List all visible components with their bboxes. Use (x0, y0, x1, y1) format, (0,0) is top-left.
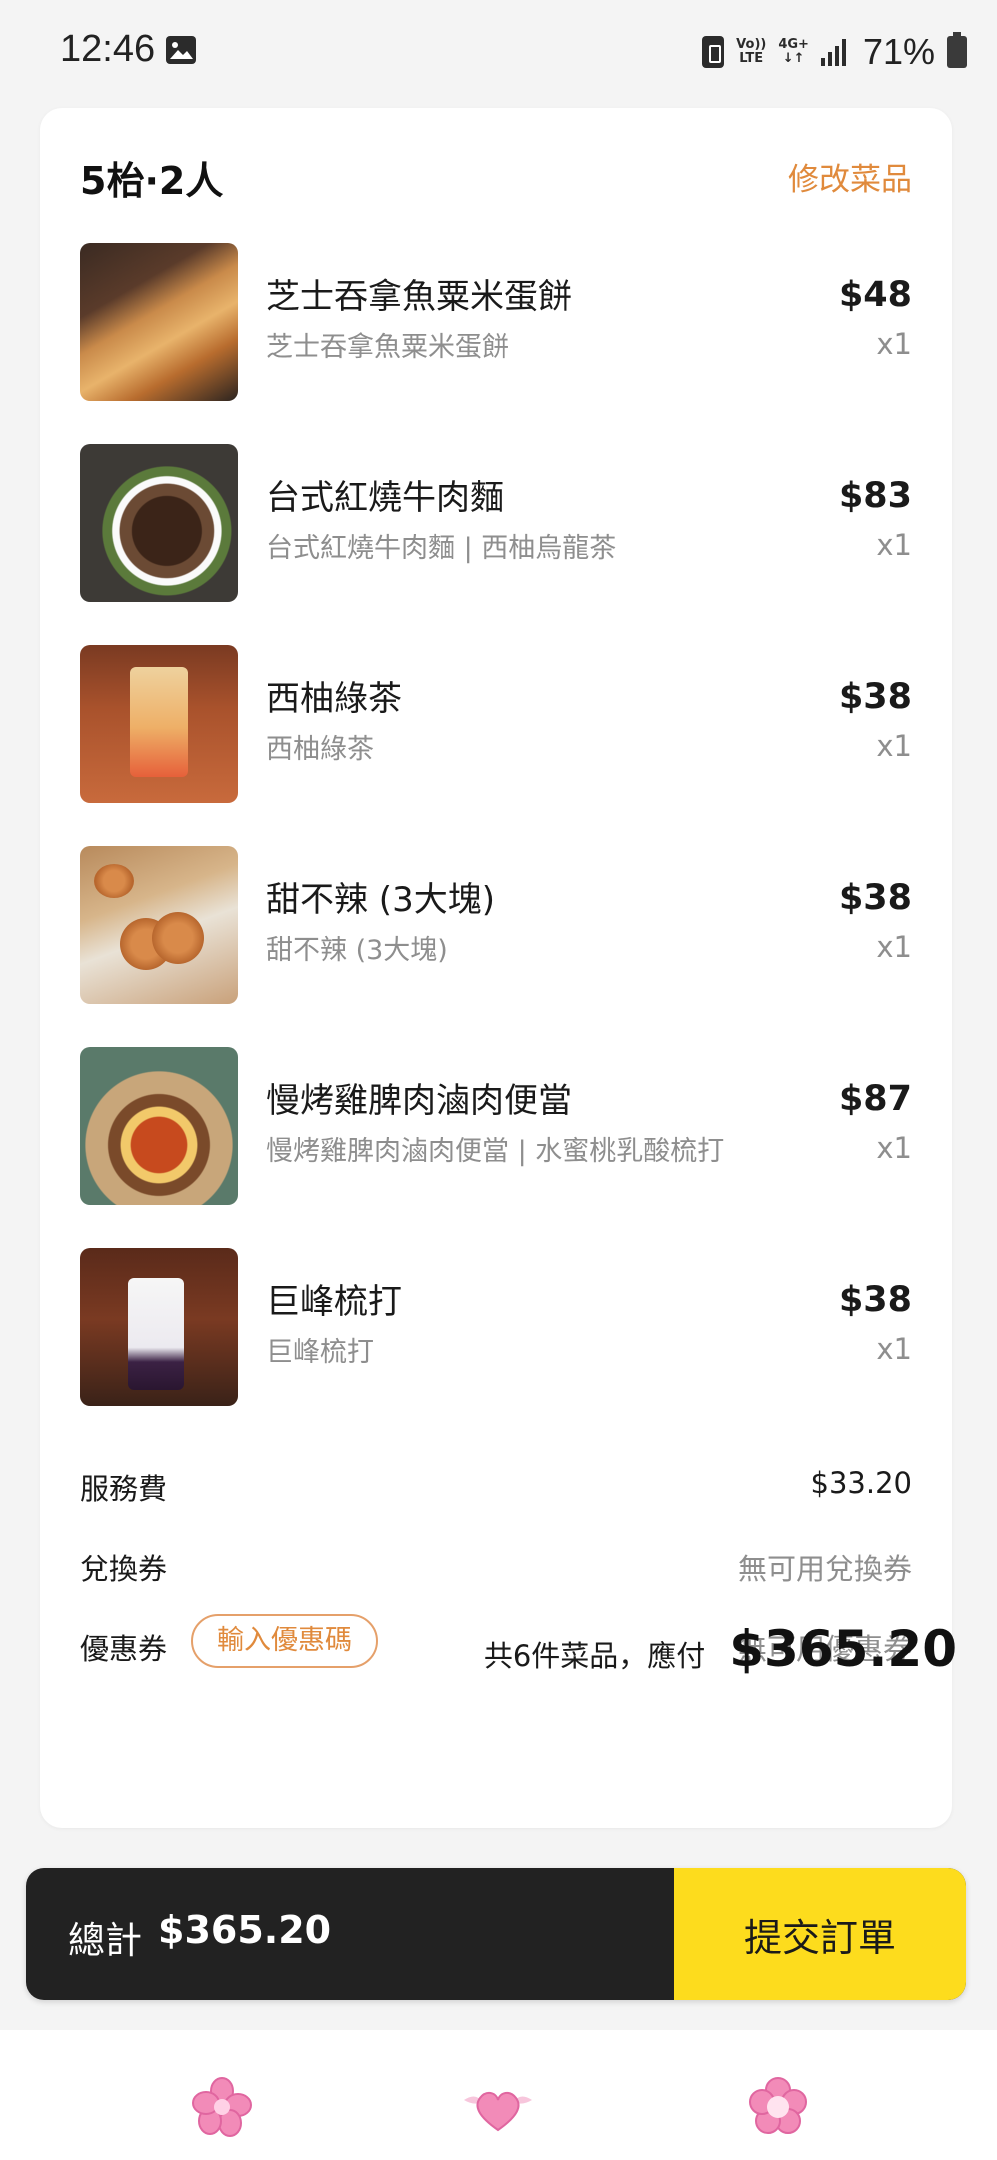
order-item: 甜不辣 (3大塊) 甜不辣 (3大塊) $38 x1 (80, 846, 912, 1047)
network-type-icon: 4G+ ↓↑ (778, 38, 809, 66)
item-description: 慢烤雞脾肉滷肉便當 | 水蜜桃乳酸梳打 (266, 1136, 725, 1167)
item-image (80, 1047, 238, 1205)
voucher-row[interactable]: 兌換券 無可用兌換券 (80, 1528, 912, 1608)
item-price: $83 (838, 476, 912, 516)
order-item-list: 芝士吞拿魚粟米蛋餅 芝士吞拿魚粟米蛋餅 $48 x1 台式紅燒牛肉麵 台式紅燒牛… (80, 243, 912, 1449)
item-quantity: x1 (876, 327, 912, 361)
checkout-total-label: 總計 (68, 1919, 142, 1962)
item-quantity: x1 (876, 930, 912, 964)
service-fee-row: 服務費 $33.20 (80, 1448, 912, 1528)
checkout-bar: 總計 $365.20 提交訂單 (26, 1868, 966, 2000)
order-item: 慢烤雞脾肉滷肉便當 慢烤雞脾肉滷肉便當 | 水蜜桃乳酸梳打 $87 x1 (80, 1047, 912, 1248)
item-price: $38 (838, 878, 912, 918)
gallery-notification-icon (166, 36, 196, 64)
item-name: 台式紅燒牛肉麵 (266, 478, 504, 518)
order-item: 西柚綠茶 西柚綠茶 $38 x1 (80, 645, 912, 846)
item-description: 甜不辣 (3大塊) (266, 935, 448, 966)
battery-saver-icon (702, 36, 725, 68)
network-type-label: 4G+ (778, 37, 809, 52)
edit-items-link[interactable]: 修改菜品 (788, 154, 912, 199)
volte-label-top: Vo)) (736, 37, 767, 52)
item-description: 西柚綠茶 (266, 734, 374, 765)
item-description: 巨峰梳打 (266, 1337, 374, 1368)
order-header: 5枱·2人 修改菜品 (80, 144, 912, 204)
voucher-label: 兌換券 (80, 1552, 168, 1586)
item-image (80, 645, 238, 803)
bottom-nav (0, 2030, 997, 2160)
order-total-summary: 共6件菜品，應付 $365.20 (484, 1620, 957, 1680)
status-bar: 12:46 Vo)) LTE 4G+ ↓↑ 71% (0, 0, 997, 100)
order-item: 巨峰梳打 巨峰梳打 $38 x1 (80, 1248, 912, 1449)
item-name: 芝士吞拿魚粟米蛋餅 (266, 277, 572, 317)
order-confirmation-screen: 12:46 Vo)) LTE 4G+ ↓↑ 71% 5枱·2人 修改菜品 芝士吞… (0, 0, 997, 2160)
service-fee-label: 服務費 (80, 1472, 168, 1506)
enter-coupon-code-button[interactable]: 輸入優惠碼 (191, 1614, 378, 1668)
order-item: 芝士吞拿魚粟米蛋餅 芝士吞拿魚粟米蛋餅 $48 x1 (80, 243, 912, 444)
item-name: 慢烤雞脾肉滷肉便當 (266, 1081, 572, 1121)
service-fee-value: $33.20 (810, 1466, 912, 1500)
item-quantity: x1 (876, 528, 912, 562)
total-summary-value: $365.20 (729, 1620, 957, 1678)
pink-winged-heart-icon[interactable] (458, 2080, 538, 2140)
network-arrows: ↓↑ (782, 51, 805, 66)
status-indicators: Vo)) LTE 4G+ ↓↑ 71% (702, 30, 967, 74)
voucher-value: 無可用兌換券 (737, 1552, 912, 1586)
item-price: $38 (838, 1280, 912, 1320)
item-price: $48 (838, 275, 912, 315)
battery-icon (947, 32, 967, 68)
item-name: 西柚綠茶 (266, 679, 402, 719)
item-image (80, 444, 238, 602)
coupon-label: 優惠券 (80, 1632, 168, 1666)
status-time: 12:46 (60, 28, 156, 70)
checkout-total-value: $365.20 (158, 1908, 332, 1952)
item-quantity: x1 (876, 1332, 912, 1366)
item-quantity: x1 (876, 1131, 912, 1165)
item-price: $38 (838, 677, 912, 717)
item-name: 甜不辣 (3大塊) (266, 880, 495, 920)
submit-order-button[interactable]: 提交訂單 (674, 1868, 966, 2000)
pink-flower-icon[interactable] (190, 2075, 254, 2143)
total-summary-label: 共6件菜品，應付 (483, 1639, 706, 1673)
item-description: 芝士吞拿魚粟米蛋餅 (266, 332, 509, 363)
item-image (80, 846, 238, 1004)
signal-strength-icon (820, 38, 851, 66)
item-price: $87 (838, 1079, 912, 1119)
item-description: 台式紅燒牛肉麵 | 西柚烏龍茶 (266, 533, 617, 564)
order-card: 5枱·2人 修改菜品 芝士吞拿魚粟米蛋餅 芝士吞拿魚粟米蛋餅 $48 x1 台式… (40, 108, 952, 1828)
volte-icon: Vo)) LTE (736, 38, 766, 66)
table-info: 5枱·2人 (80, 159, 224, 203)
battery-percentage: 71% (862, 31, 935, 72)
item-name: 巨峰梳打 (266, 1282, 402, 1322)
item-image (80, 1248, 238, 1406)
item-image (80, 243, 238, 401)
volte-label-bottom: LTE (739, 51, 764, 66)
order-item: 台式紅燒牛肉麵 台式紅燒牛肉麵 | 西柚烏龍茶 $83 x1 (80, 444, 912, 645)
pink-blossom-icon[interactable] (746, 2075, 810, 2143)
item-quantity: x1 (876, 729, 912, 763)
